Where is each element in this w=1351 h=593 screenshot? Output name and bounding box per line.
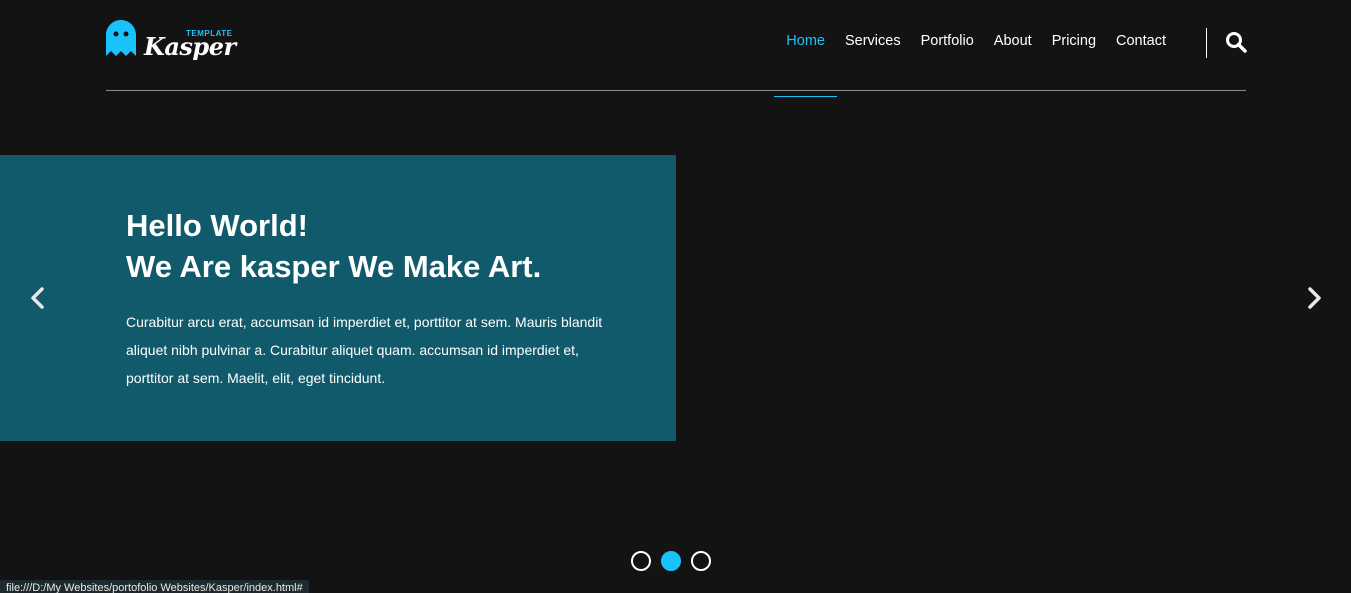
logo-name: Kasper xyxy=(144,32,236,61)
nav-link-about[interactable]: About xyxy=(994,33,1032,49)
slider-bullet-1[interactable] xyxy=(631,551,651,571)
nav-link-contact[interactable]: Contact xyxy=(1116,33,1166,49)
chevron-left-icon[interactable] xyxy=(26,285,50,311)
search-icon[interactable] xyxy=(1225,31,1247,53)
slide-title-line2: We Are kasper We Make Art. xyxy=(126,249,542,284)
nav-link-services[interactable]: Services xyxy=(845,33,901,49)
slider-bullets xyxy=(631,551,721,571)
slider-bullet-3[interactable] xyxy=(691,551,711,571)
logo[interactable]: TEMPLATE Kasper xyxy=(106,20,236,62)
ghost-logo-icon xyxy=(106,20,136,56)
main-nav: Home Services Portfolio About Pricing Co… xyxy=(766,33,1166,97)
chevron-right-icon[interactable] xyxy=(1302,285,1326,311)
slide-title: Hello World! We Are kasper We Make Art. xyxy=(126,205,541,287)
slide-content-box xyxy=(0,155,676,441)
slide-description: Curabitur arcu erat, accumsan id imperdi… xyxy=(126,314,603,386)
nav-link-portfolio[interactable]: Portfolio xyxy=(921,33,974,49)
slider-bullet-2[interactable] xyxy=(661,551,681,571)
nav-link-pricing[interactable]: Pricing xyxy=(1052,33,1096,49)
slide-title-line1: Hello World! xyxy=(126,208,308,243)
nav-link-home[interactable]: Home xyxy=(774,33,837,97)
search-divider xyxy=(1206,28,1207,58)
site-header: TEMPLATE Kasper Home Services Portfolio … xyxy=(106,0,1247,97)
browser-status-bar: file:///D:/My Websites/portofolio Websit… xyxy=(0,580,309,593)
